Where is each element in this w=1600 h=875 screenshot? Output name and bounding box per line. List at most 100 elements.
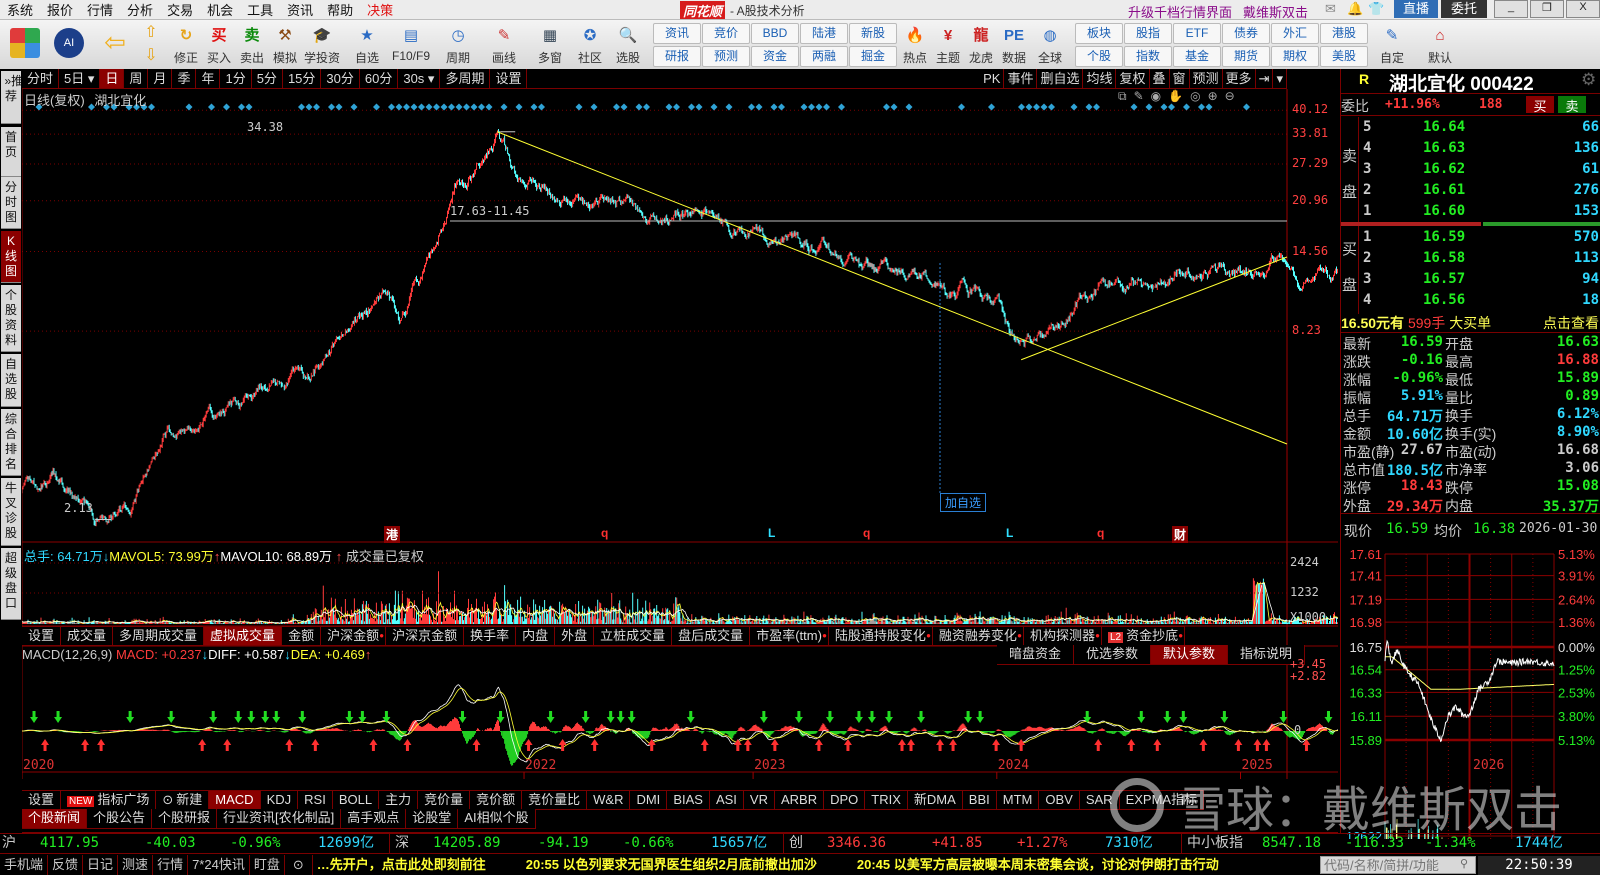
tab-5[interactable]: 论股堂 <box>406 809 459 828</box>
quick-buy-button[interactable]: 买 <box>1526 96 1554 114</box>
toolbar-link[interactable]: ETF <box>1173 23 1221 44</box>
home-grid-button[interactable] <box>6 22 44 68</box>
toolbar-link[interactable]: 股指 <box>1124 23 1172 44</box>
period-tab[interactable]: 周 <box>124 69 149 88</box>
menu-item[interactable]: 行情 <box>80 0 120 19</box>
tab-1[interactable]: 优选参数 <box>1074 645 1152 664</box>
period-tab[interactable]: 1分 <box>220 69 252 88</box>
period-tab[interactable]: 15分 <box>283 69 322 88</box>
order-book-row[interactable]: 4 16.63 136 <box>1341 140 1600 160</box>
robot-icon[interactable]: ⊙ <box>285 855 313 875</box>
zoom-out-icon[interactable]: ⊖ <box>1225 89 1242 103</box>
tab-1[interactable]: NEW 指标广场 <box>61 791 157 809</box>
tab-0[interactable]: 设置 <box>22 791 62 809</box>
toolbar-link[interactable]: 美股 <box>1320 46 1368 67</box>
menu-item[interactable]: 分析 <box>120 0 160 19</box>
toolbar-button-icon_buttons_2-3[interactable]: PE 数据 <box>994 22 1034 68</box>
event-marker[interactable]: 港 <box>384 526 401 543</box>
period-tab[interactable]: 日 <box>100 69 125 88</box>
quick-sell-button[interactable]: 卖 <box>1558 96 1586 114</box>
tab-9[interactable]: 竞价额 <box>470 791 523 809</box>
tab-2[interactable]: ⊙ 新建 <box>156 791 210 809</box>
search-icon[interactable]: ⚲ <box>1460 857 1468 870</box>
sidebar-tab-1[interactable]: 首页 <box>1 127 21 177</box>
toolbar-link[interactable]: 期权 <box>1271 46 1319 67</box>
tab-23[interactable]: SAR <box>1080 791 1120 809</box>
chart-option-button[interactable]: 窗 <box>1170 69 1190 88</box>
period-tab[interactable]: 30s ▾ <box>398 69 441 88</box>
tab-3[interactable]: 虚拟成交量 <box>204 627 283 645</box>
tab-0[interactable]: 暗盘资金 <box>997 645 1075 664</box>
menu-item[interactable]: 工具 <box>240 0 280 19</box>
tab-2[interactable]: 多周期成交量 <box>113 627 205 645</box>
menu-item[interactable]: 帮助 <box>320 0 360 19</box>
order-book-row[interactable]: 3 16.62 61 <box>1341 161 1600 181</box>
sidebar-tab-5[interactable]: 自选股 <box>1 354 21 407</box>
toolbar-link[interactable]: 外汇 <box>1271 23 1319 44</box>
tab-15[interactable]: VR <box>744 791 775 809</box>
tab-20[interactable]: BBI <box>963 791 997 809</box>
status-button[interactable]: 反馈 <box>48 855 84 875</box>
ticker-item[interactable]: 20:45 以美军方高层被曝本周末密集会谈，讨论对伊朗打击行动 <box>857 855 1219 875</box>
order-book-row[interactable]: 1 16.59 570 <box>1341 229 1600 249</box>
event-marker[interactable]: q <box>861 526 872 540</box>
chart-option-button[interactable]: ⇥ <box>1256 69 1274 88</box>
period-tab[interactable]: 月 <box>148 69 173 88</box>
status-button[interactable]: 手机端 <box>0 855 49 875</box>
shirt-icon[interactable]: 👕 <box>1368 1 1384 17</box>
period-tab[interactable]: 多周期 <box>440 69 491 88</box>
tab-14[interactable]: 融资融券变化 ● <box>933 627 1024 645</box>
ticker-item[interactable]: …先开户，点击此处即刻前往 <box>317 855 486 875</box>
status-button[interactable]: 日记 <box>83 855 119 875</box>
toolbar-button-icon_buttons-3[interactable]: ⚒ 模拟 <box>265 22 305 68</box>
period-tab[interactable]: 设置 <box>490 69 528 88</box>
sidebar-tab-2[interactable]: 分时图 <box>1 177 21 229</box>
tab-10[interactable]: 竞价量比 <box>522 791 588 809</box>
sidebar-tab-3[interactable]: K线图 <box>1 231 21 283</box>
page-down-button[interactable]: ⇩ <box>139 45 163 67</box>
chart-option-button[interactable]: 均线 <box>1083 69 1117 88</box>
status-button[interactable]: 行情 <box>153 855 189 875</box>
tab-3[interactable]: 行业资讯[农化制品] <box>217 809 342 828</box>
tab-15[interactable]: 机构探测器 ● <box>1024 627 1102 645</box>
tab-22[interactable]: OBV <box>1039 791 1080 809</box>
ticker-item[interactable]: 20:55 以色列要求无国界医生组织2月底前撤出加沙 <box>526 855 817 875</box>
event-marker[interactable]: L <box>766 526 777 540</box>
tab-6[interactable]: 沪深京金额 <box>386 627 465 645</box>
event-marker[interactable]: q <box>1095 526 1106 540</box>
tab-11[interactable]: W&R <box>587 791 631 809</box>
chart-option-button[interactable]: 事件 <box>1004 69 1038 88</box>
toolbar-button-icon_buttons-4[interactable]: 🎓 学投资 <box>302 22 342 68</box>
toolbar-link[interactable]: 资讯 <box>653 23 701 44</box>
tab-4[interactable]: KDJ <box>261 791 299 809</box>
chart-option-button[interactable]: ▾ <box>1273 69 1287 88</box>
tab-4[interactable]: 高手观点 <box>341 809 407 828</box>
big-order-link[interactable]: 点击查看 <box>1543 313 1599 333</box>
tab-13[interactable]: BIAS <box>667 791 710 809</box>
big-order-row[interactable]: 16.50元有 599手 大买单 点击查看 <box>1341 313 1600 333</box>
tab-1[interactable]: 成交量 <box>61 627 114 645</box>
minimize-button[interactable]: _ <box>1494 0 1528 18</box>
order-book-row[interactable]: 3 16.57 94 <box>1341 271 1600 291</box>
toolbar-link[interactable]: 竞价 <box>702 23 750 44</box>
order-book-row[interactable]: 2 16.61 276 <box>1341 182 1600 202</box>
tab-5[interactable]: 沪深金额 ● <box>321 627 387 645</box>
menu-item[interactable]: 资讯 <box>280 0 320 19</box>
status-button[interactable]: 盯盘 <box>250 855 285 875</box>
tab-3[interactable]: MACD <box>209 791 261 809</box>
tab-17[interactable]: DPO <box>824 791 866 809</box>
period-tab[interactable]: 年 <box>196 69 221 88</box>
sidebar-tab-4[interactable]: 个股资料 <box>1 285 21 352</box>
tab-18[interactable]: TRIX <box>865 791 908 809</box>
toolbar-link[interactable]: 指数 <box>1124 46 1172 67</box>
toolbar-link[interactable]: 掘金 <box>849 46 897 67</box>
period-tab[interactable]: 季 <box>172 69 197 88</box>
mail-icon[interactable]: ✉ <box>1325 1 1336 17</box>
toolbar-button-icon_buttons_3-0[interactable]: ✎ 自定 <box>1372 22 1412 68</box>
toolbar-button-icon_buttons-10[interactable]: ✪ 社区 <box>570 22 610 68</box>
chart-option-button[interactable]: 删自选 <box>1037 69 1084 88</box>
toolbar-button-icon_buttons-7[interactable]: ◷ 周期 <box>438 22 478 68</box>
tab-2[interactable]: 个股研报 <box>152 809 218 828</box>
tab-14[interactable]: ASI <box>710 791 744 809</box>
sidebar-tab-0[interactable]: »推荐 <box>1 71 21 124</box>
